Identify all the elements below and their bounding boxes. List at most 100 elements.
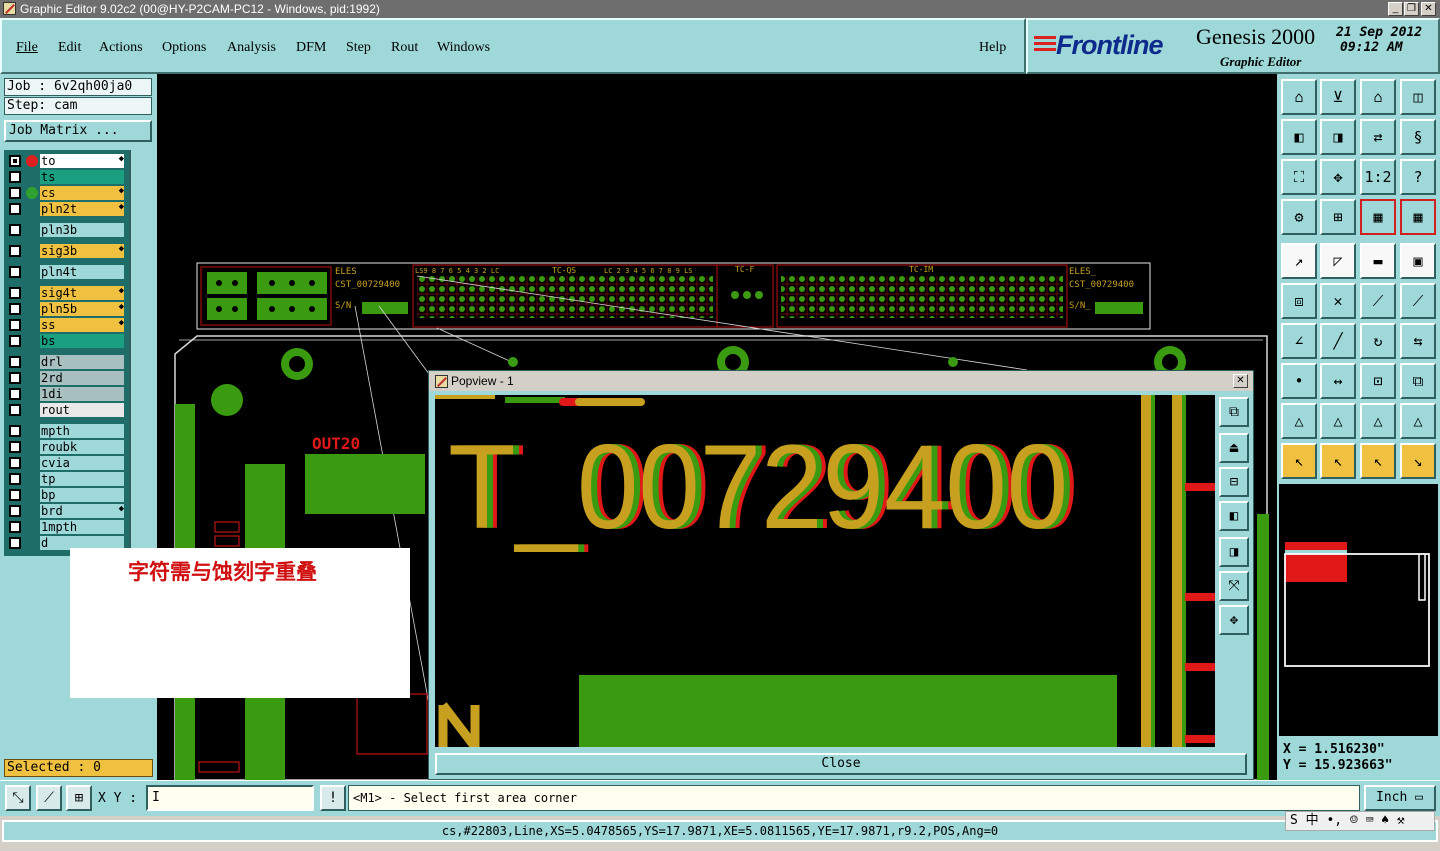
layer-checkbox[interactable] [9, 372, 21, 384]
popview-close-icon[interactable]: ✕ [1233, 374, 1248, 388]
layer-checkbox[interactable] [9, 537, 21, 549]
popview-zoom-in-icon[interactable]: ⤧ [1219, 571, 1249, 601]
home-icon[interactable]: ⌂ [1281, 79, 1317, 115]
layer-checkbox[interactable] [9, 473, 21, 485]
layer-name[interactable]: 1mpth [40, 520, 124, 534]
layer-name[interactable]: pln3b [40, 223, 124, 237]
layer-row-pln3b[interactable]: pln3b [4, 223, 128, 237]
pointer-red-icon[interactable]: ↖ [1320, 443, 1356, 479]
layer-checkbox[interactable] [9, 287, 21, 299]
popview-canvas[interactable]: T_00729400 T_00729400 T_00729400 [435, 395, 1215, 747]
connect2-icon[interactable]: ⟋ [1400, 283, 1436, 319]
layer-checkbox[interactable] [9, 489, 21, 501]
alert-icon[interactable]: ! [320, 785, 346, 811]
pointer-box-icon[interactable]: ↖ [1360, 443, 1396, 479]
layer-row-to[interactable]: to ◆ [4, 154, 128, 168]
layer-checkbox[interactable] [9, 203, 21, 215]
line-icon[interactable]: ╱ [1320, 323, 1356, 359]
pointer-icon[interactable]: ↖ [1281, 443, 1317, 479]
settings-icon[interactable]: ⚙ [1281, 199, 1317, 235]
layer-checkbox[interactable] [9, 155, 21, 167]
mirror-icon[interactable]: ⇆ [1400, 323, 1436, 359]
measure-icon[interactable]: ⟋ [36, 785, 62, 811]
layer-checkbox[interactable] [9, 171, 21, 183]
layer-checkbox[interactable] [9, 425, 21, 437]
layer-checkbox[interactable] [9, 356, 21, 368]
point-icon[interactable]: • [1281, 363, 1317, 399]
units-selector[interactable]: Inch ▭ [1364, 785, 1436, 811]
layer-name[interactable]: sig4t [40, 286, 124, 300]
layer-row-drl[interactable]: drl [4, 355, 128, 369]
layer-name[interactable]: drl [40, 355, 124, 369]
s-icon[interactable]: § [1400, 119, 1436, 155]
triangle4-icon[interactable]: △ [1400, 403, 1436, 439]
rotate-icon[interactable]: ↻ [1360, 323, 1396, 359]
menu-actions[interactable]: Actions [99, 40, 143, 56]
zoom-fit-icon[interactable]: ⛶ [1281, 159, 1317, 195]
layer-name[interactable]: pln4t [40, 265, 124, 279]
layers-icon[interactable]: ▦ [1360, 199, 1396, 235]
swap-icon[interactable]: ⇄ [1360, 119, 1396, 155]
layer-checkbox[interactable] [9, 521, 21, 533]
ime-toolbar[interactable]: S 中 •, ☺ ⌨ ♠ ⚒ [1285, 811, 1435, 831]
popview-close-button[interactable]: Close [435, 753, 1247, 775]
menu-rout[interactable]: Rout [391, 40, 418, 56]
ratio-icon[interactable]: 1:2 [1360, 159, 1396, 195]
layer-name[interactable]: pln5b [40, 302, 124, 316]
layer-row-ts[interactable]: ts [4, 170, 128, 184]
close-icon[interactable]: ✕ [1421, 2, 1436, 16]
triangle2-icon[interactable]: △ [1320, 403, 1356, 439]
triangle-icon[interactable]: △ [1281, 403, 1317, 439]
layer-name[interactable]: rout [40, 403, 124, 417]
arrow-icon[interactable]: ↔ [1320, 363, 1356, 399]
layer-name[interactable]: cs [40, 186, 124, 200]
popview-pan-left-icon[interactable]: ◧ [1219, 501, 1249, 531]
layer-checkbox[interactable] [9, 245, 21, 257]
layer-checkbox[interactable] [9, 303, 21, 315]
overview-map[interactable] [1279, 484, 1438, 736]
layer-row-bp[interactable]: bp [4, 488, 128, 502]
zoom-in-icon[interactable]: ✥ [1320, 159, 1356, 195]
layer-row-roubk[interactable]: roubk [4, 440, 128, 454]
minimize-icon[interactable]: _ [1388, 2, 1403, 16]
layer-scrollbar[interactable] [129, 150, 153, 556]
layer-checkbox[interactable] [9, 441, 21, 453]
menu-step[interactable]: Step [346, 40, 371, 56]
menu-analysis[interactable]: Analysis [227, 40, 276, 56]
layer-name[interactable]: pln2t [40, 202, 124, 216]
layer-name[interactable]: cvia [40, 456, 124, 470]
layer-checkbox[interactable] [9, 505, 21, 517]
menu-help[interactable]: Help [979, 40, 1006, 56]
layer-name[interactable]: bp [40, 488, 124, 502]
popview-pan-down-icon[interactable]: ⊟ [1219, 467, 1249, 497]
popview-pan-right-icon[interactable]: ◨ [1219, 537, 1249, 567]
menu-dfm[interactable]: DFM [296, 40, 326, 56]
layer-row-pln4t[interactable]: pln4t [4, 265, 128, 279]
layer-name[interactable]: 2rd [40, 371, 124, 385]
layer-checkbox[interactable] [9, 224, 21, 236]
ruler-icon[interactable]: ▬ [1360, 243, 1396, 279]
layer-name[interactable]: ss [40, 318, 124, 332]
layer-row-ss[interactable]: ss ◆ [4, 318, 128, 332]
house-icon[interactable]: ⌂ [1360, 79, 1396, 115]
popview-pan-up-icon[interactable]: ⏏ [1219, 433, 1249, 463]
layer-row-cs[interactable]: cs ◆ [4, 186, 128, 200]
layer-name[interactable]: bs [40, 334, 124, 348]
layer-row-pln2t[interactable]: pln2t ◆ [4, 202, 128, 216]
popview-zoom-window-icon[interactable]: ⧉ [1219, 397, 1249, 427]
layer-row-1di[interactable]: 1di [4, 387, 128, 401]
layer-row-sig3b[interactable]: sig3b ◆ [4, 244, 128, 258]
down-step-icon[interactable]: ⊻ [1320, 79, 1356, 115]
left-icon[interactable]: ◧ [1281, 119, 1317, 155]
draw-icon[interactable]: ◸ [1320, 243, 1356, 279]
popview-zoom-out-icon[interactable]: ✥ [1219, 605, 1249, 635]
cross-icon[interactable]: ✕ [1320, 283, 1356, 319]
connect-icon[interactable]: ⟋ [1360, 283, 1396, 319]
layer-name[interactable]: 1di [40, 387, 124, 401]
select-box-icon[interactable]: ▣ [1400, 243, 1436, 279]
layer-checkbox[interactable] [9, 404, 21, 416]
layer-row-2rd[interactable]: 2rd [4, 371, 128, 385]
group-icon[interactable]: ⧉ [1400, 363, 1436, 399]
layers-red-icon[interactable]: ▦ [1400, 199, 1436, 235]
layer-row-pln5b[interactable]: pln5b ◆ [4, 302, 128, 316]
